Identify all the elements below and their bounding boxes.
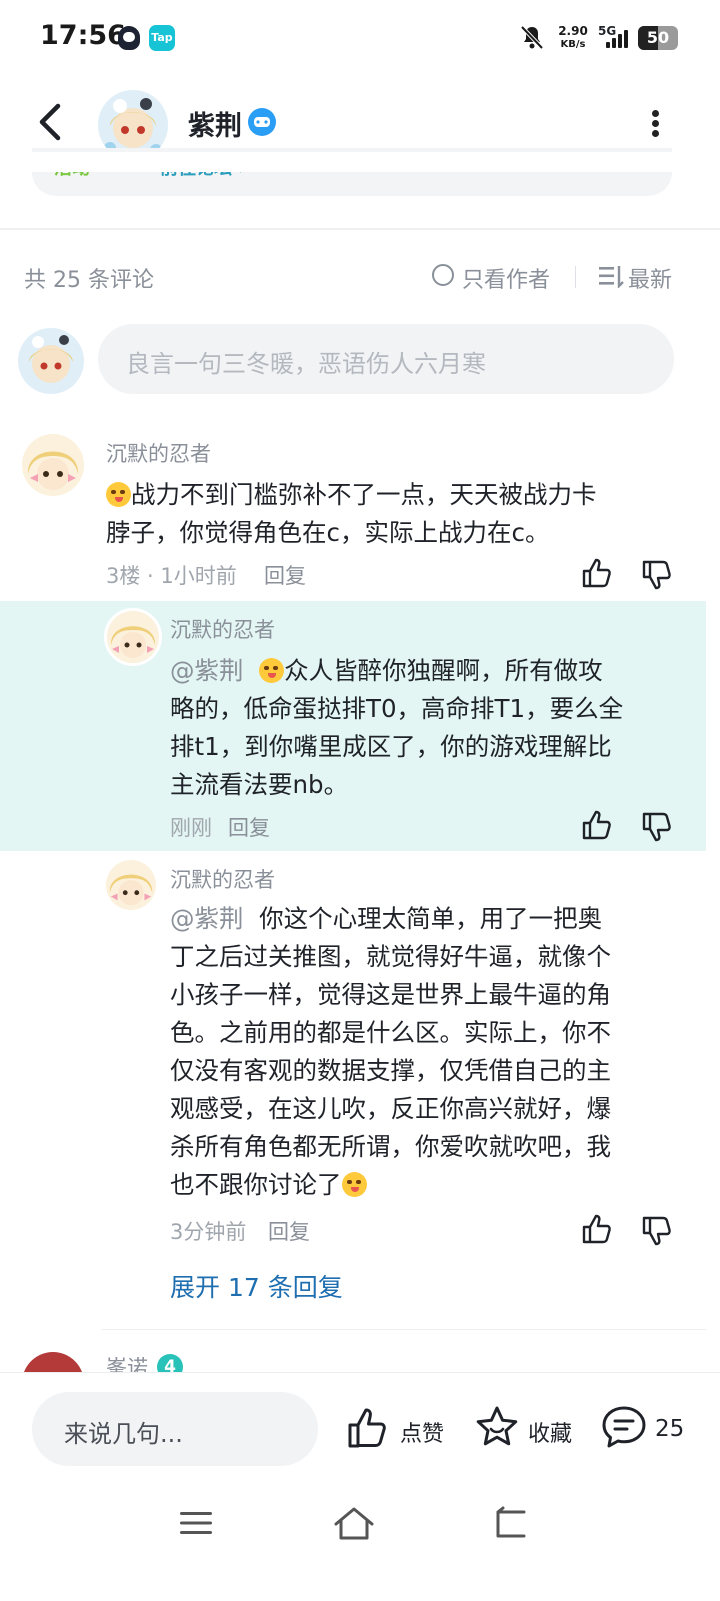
emoji-icon bbox=[259, 658, 285, 683]
composer-placeholder: 良言一句三冬暖，恶语伤人六月寒 bbox=[126, 350, 486, 378]
reply-button[interactable]: 回复 bbox=[228, 812, 270, 842]
reply-line: 小孩子一样，觉得这是世界上最牛逼的角 bbox=[170, 980, 611, 1009]
reply-input[interactable]: 来说几句... bbox=[32, 1392, 318, 1466]
reply-button[interactable]: 回复 bbox=[264, 560, 306, 590]
network-type: 5G bbox=[598, 24, 617, 38]
reply-body: @紫荆 众人皆醉你独醒啊，所有做攻 略的，低命蛋挞排T0，高命排T1，要么全 排… bbox=[170, 652, 690, 804]
network-speed-value: 2.90 bbox=[558, 24, 588, 38]
sort-icon[interactable] bbox=[598, 264, 624, 288]
reply-line: 观感受，在这儿吹，反正你高兴就好，爆 bbox=[170, 1094, 611, 1123]
sort-option-latest[interactable]: 最新 bbox=[628, 262, 672, 294]
taptap-icon: Tap bbox=[149, 25, 175, 51]
status-time: 17:56 bbox=[40, 20, 126, 51]
reply-line: 色。之前用的都是什么区。实际上，你不 bbox=[170, 1018, 611, 1047]
thumbs-down-icon[interactable] bbox=[640, 810, 674, 844]
replier-avatar[interactable] bbox=[106, 860, 156, 910]
qq-icon bbox=[118, 26, 140, 50]
gamepad-badge-icon bbox=[248, 108, 276, 136]
thumbs-up-icon[interactable] bbox=[580, 556, 614, 590]
author-only-radio-icon[interactable] bbox=[432, 264, 454, 286]
signal-icon: 5G bbox=[598, 24, 632, 50]
comment-count: 共 25 条评论 bbox=[24, 268, 154, 293]
reply-input-placeholder: 来说几句... bbox=[64, 1420, 183, 1448]
expand-replies-link[interactable]: 展开 17 条回复 bbox=[170, 1268, 343, 1304]
commenter-avatar[interactable] bbox=[22, 434, 84, 496]
thumbs-down-icon[interactable] bbox=[640, 1214, 674, 1248]
thumbs-up-icon[interactable] bbox=[580, 808, 614, 842]
header-bottom-edge bbox=[0, 152, 720, 172]
comment-body: 战力不到门槛弥补不了一点，天天被战力卡 脖子，你觉得角色在c，实际上战力在c。 bbox=[106, 476, 686, 552]
comment-composer-input[interactable]: 良言一句三冬暖，恶语伤人六月寒 bbox=[98, 324, 674, 394]
replier-name[interactable]: 沉默的忍者 bbox=[170, 864, 275, 894]
comment-icon[interactable] bbox=[600, 1404, 648, 1450]
replier-name[interactable]: 沉默的忍者 bbox=[170, 614, 275, 644]
reply-meta: 3分钟前 bbox=[170, 1220, 247, 1244]
reply-button[interactable]: 回复 bbox=[268, 1216, 310, 1246]
network-speed-unit: KB/s bbox=[560, 39, 586, 50]
more-options-icon[interactable] bbox=[638, 100, 672, 144]
emoji-icon bbox=[106, 482, 131, 507]
reply-line: @紫荆 众人皆醉你独醒啊，所有做攻 bbox=[170, 656, 603, 685]
author-only-toggle[interactable]: 只看作者 bbox=[462, 262, 550, 294]
thread-divider bbox=[102, 1329, 706, 1330]
my-avatar bbox=[18, 328, 84, 394]
toolbar-divider bbox=[575, 266, 576, 288]
mention-link[interactable]: @紫荆 bbox=[170, 904, 244, 933]
reply-line: 略的，低命蛋挞排T0，高命排T1，要么全 bbox=[170, 694, 624, 723]
comment-count-badge[interactable]: 25 bbox=[655, 1416, 684, 1442]
reply-line: 也不跟你讨论了 bbox=[170, 1166, 690, 1204]
menu-icon[interactable] bbox=[178, 1508, 214, 1538]
like-button[interactable]: 点赞 bbox=[400, 1416, 444, 1448]
mention-link[interactable]: @紫荆 bbox=[170, 656, 244, 685]
battery-icon: 50 bbox=[638, 26, 678, 50]
back-nav-icon[interactable] bbox=[490, 1506, 530, 1540]
comment-line: 脖子，你觉得角色在c，实际上战力在c。 bbox=[106, 518, 550, 547]
commenter-name[interactable]: 沉默的忍者 bbox=[106, 438, 211, 468]
thumbs-up-icon[interactable] bbox=[580, 1212, 614, 1246]
back-arrow-icon[interactable] bbox=[30, 100, 74, 144]
network-speed: 2.90 KB/s bbox=[554, 24, 592, 52]
author-name[interactable]: 紫荆 bbox=[188, 104, 242, 143]
reply-meta: 刚刚 bbox=[170, 816, 212, 840]
section-divider bbox=[0, 228, 720, 230]
reply-body: @紫荆 你这个心理太简单，用了一把奥 丁之后过关推图，就觉得好牛逼，就像个 小孩… bbox=[170, 900, 690, 1204]
emoji-icon bbox=[341, 1172, 367, 1197]
reply-line: 丁之后过关推图，就觉得好牛逼，就像个 bbox=[170, 942, 611, 971]
reply-line: 排t1，到你嘴里成区了，你的游戏理解比 bbox=[170, 732, 612, 761]
favorite-button[interactable]: 收藏 bbox=[528, 1416, 572, 1448]
reply-line: 仅没有客观的数据支撑，仅凭借自己的主 bbox=[170, 1056, 611, 1085]
reply-line: @紫荆 你这个心理太简单，用了一把奥 bbox=[170, 904, 603, 933]
comment-line: 战力不到门槛弥补不了一点，天天被战力卡 bbox=[106, 476, 686, 514]
star-icon[interactable] bbox=[474, 1404, 520, 1450]
battery-level: 50 bbox=[646, 28, 670, 47]
like-icon[interactable] bbox=[346, 1406, 390, 1450]
thumbs-down-icon[interactable] bbox=[640, 558, 674, 592]
reply-line: 杀所有角色都无所谓，你爱吹就吹吧，我 bbox=[170, 1132, 611, 1161]
comment-meta: 3楼 · 1小时前 bbox=[106, 564, 237, 588]
replier-avatar[interactable] bbox=[104, 608, 162, 666]
reply-line: 主流看法要nb。 bbox=[170, 770, 349, 799]
home-icon[interactable] bbox=[332, 1504, 376, 1542]
mute-bell-icon bbox=[520, 25, 544, 50]
